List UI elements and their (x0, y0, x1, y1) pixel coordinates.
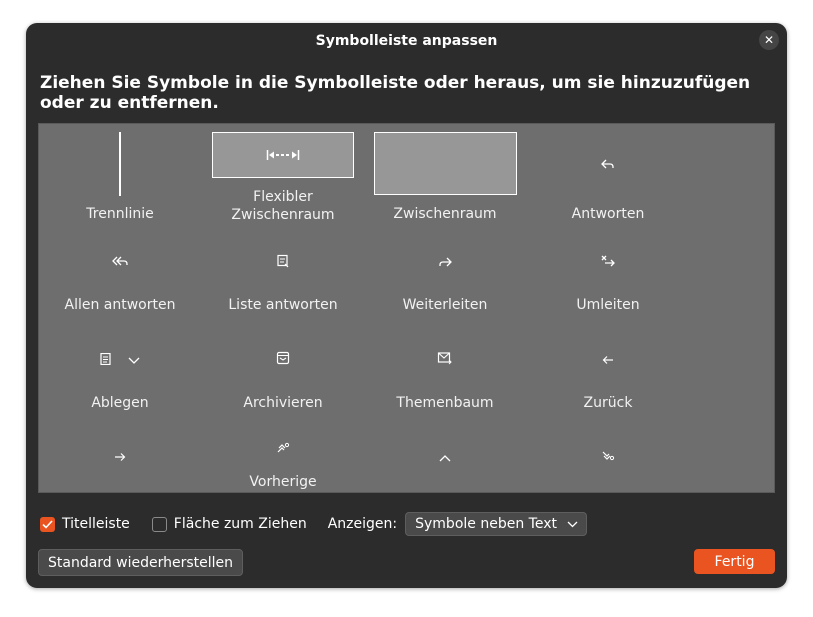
previous-icon (276, 439, 290, 458)
instructions-heading: Ziehen Sie Symbole in die Symbolleiste o… (40, 73, 751, 113)
chevron-down-icon (128, 350, 140, 369)
palette-item-label: Liste antworten (228, 297, 338, 313)
customize-toolbar-dialog: Symbolleiste anpassen ✕ Ziehen Sie Symbo… (26, 23, 787, 588)
palette-item-space[interactable]: Zwischenraum (365, 132, 525, 222)
palette-item-forward[interactable]: Weiterleiten (365, 230, 525, 320)
palette-item-label: Allen antworten (64, 297, 176, 313)
separator-line (119, 132, 121, 196)
palette-item-reply-all[interactable]: Allen antworten (40, 230, 200, 320)
palette-item-separator[interactable]: Trennlinie (40, 132, 200, 222)
close-button[interactable]: ✕ (759, 30, 779, 50)
redirect-icon (600, 253, 616, 272)
dragspace-checkbox-label[interactable]: Fläche zum Ziehen (174, 516, 307, 532)
dialog-titlebar: Symbolleiste anpassen (26, 23, 787, 59)
palette-item-label: Zurück (583, 395, 633, 411)
done-button[interactable]: Fertig (694, 549, 775, 574)
dragspace-checkbox[interactable] (151, 516, 167, 532)
palette-item-reply[interactable]: Antworten (528, 132, 688, 222)
palette-item-label: Trennlinie (86, 206, 154, 222)
palette-item-redirect[interactable]: Umleiten (528, 230, 688, 320)
palette-item-flexible-space[interactable]: Flexibler Zwischenraum (203, 132, 363, 223)
palette-item-label: Themenbaum (396, 395, 494, 411)
next-icon (601, 447, 615, 466)
archive-icon (276, 350, 290, 369)
show-mode-value: Symbole neben Text (415, 516, 557, 532)
palette-item-label: Antworten (571, 206, 645, 222)
forward-icon (438, 253, 452, 272)
close-icon: ✕ (763, 33, 775, 47)
chevron-down-icon (567, 521, 578, 528)
options-row: Titelleiste Fläche zum Ziehen Anzeigen: … (40, 512, 587, 536)
reply-list-icon (276, 253, 290, 272)
dialog-title: Symbolleiste anpassen (315, 33, 498, 49)
palette-item-up[interactable] (365, 424, 525, 492)
chevron-up-icon (439, 447, 451, 466)
palette-item-archive[interactable]: Archivieren (203, 327, 363, 417)
flexible-space-icon (266, 146, 300, 165)
show-mode-select[interactable]: Symbole neben Text (405, 512, 587, 536)
palette-item-label: Zwischenraum (393, 206, 497, 222)
palette-item-label: Archivieren (243, 395, 323, 411)
space-box (373, 132, 517, 195)
titlebar-checkbox[interactable] (40, 516, 55, 532)
toolbar-palette: Trennlinie Flexibler Zwischenraum Zwisch… (38, 123, 775, 493)
palette-item-label: Ablegen (91, 395, 149, 411)
palette-item-forward-nav[interactable] (40, 424, 200, 492)
back-arrow-icon (602, 350, 614, 369)
forward-arrow-icon (114, 447, 126, 466)
thread-icon (437, 350, 453, 369)
palette-item-previous[interactable]: Vorherige (203, 416, 363, 492)
palette-item-next[interactable] (528, 424, 688, 492)
titlebar-checkbox-label[interactable]: Titelleiste (62, 516, 130, 532)
palette-item-thread[interactable]: Themenbaum (365, 327, 525, 417)
palette-item-back[interactable]: Zurück (528, 327, 688, 417)
file-icon (100, 350, 128, 369)
palette-item-file[interactable]: Ablegen (40, 327, 200, 417)
restore-defaults-button[interactable]: Standard wiederherstellen (38, 549, 244, 576)
palette-item-label: Vorherige (249, 474, 317, 490)
palette-item-label: Umleiten (576, 297, 640, 313)
reply-icon (601, 155, 615, 174)
palette-item-label: Flexibler Zwischenraum (231, 189, 335, 223)
checkmark-icon (42, 519, 53, 529)
palette-item-reply-list[interactable]: Liste antworten (203, 230, 363, 320)
reply-all-icon (112, 253, 128, 272)
palette-item-label: Weiterleiten (402, 297, 488, 313)
show-label: Anzeigen: (327, 516, 398, 532)
